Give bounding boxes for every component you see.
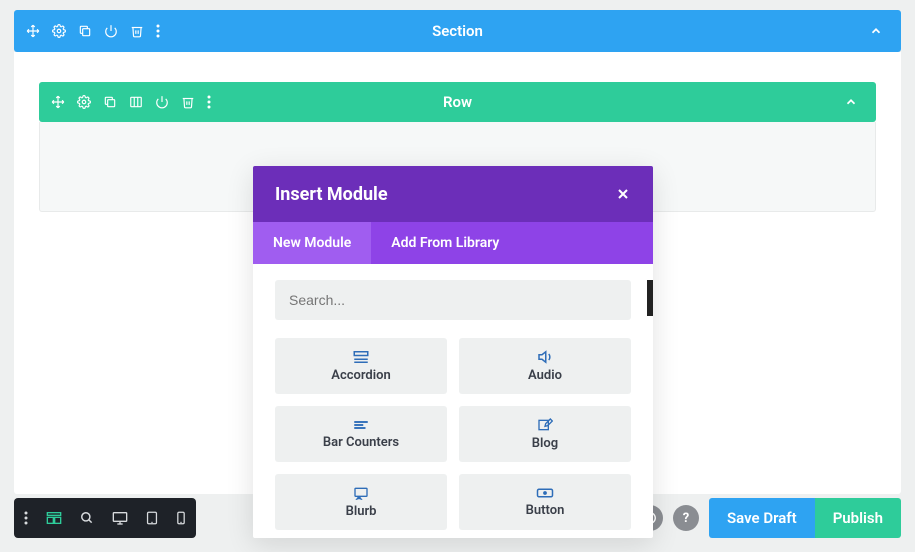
gear-icon[interactable]: [77, 95, 91, 109]
close-icon[interactable]: [615, 186, 631, 202]
trash-icon[interactable]: [181, 95, 195, 109]
bottom-right-actions: ? Save Draft Publish: [637, 498, 901, 538]
duplicate-icon[interactable]: [78, 24, 92, 38]
move-icon[interactable]: [26, 24, 40, 38]
gear-icon[interactable]: [52, 24, 66, 38]
module-label: Audio: [528, 368, 562, 383]
blurb-icon: [353, 486, 369, 500]
wireframe-view-icon[interactable]: [46, 511, 62, 525]
save-draft-button[interactable]: Save Draft: [709, 498, 815, 538]
tab-new-module[interactable]: New Module: [253, 222, 371, 264]
power-icon[interactable]: [104, 24, 118, 38]
blog-icon: [537, 418, 553, 432]
bottom-toolbar: [14, 498, 196, 538]
module-label: Button: [526, 503, 565, 518]
scrollbar[interactable]: [647, 280, 653, 316]
bars-icon: [352, 419, 370, 431]
publish-buttons: Save Draft Publish: [709, 498, 901, 538]
chevron-up-icon[interactable]: [869, 24, 883, 38]
module-blurb[interactable]: Blurb: [275, 474, 447, 530]
module-grid: Accordion Audio Bar Counters Blog Blurb …: [275, 338, 631, 530]
publish-button[interactable]: Publish: [815, 498, 901, 538]
module-bar-counters[interactable]: Bar Counters: [275, 406, 447, 462]
section-header: Section: [14, 10, 901, 52]
tab-add-from-library[interactable]: Add From Library: [371, 222, 519, 264]
modal-body: Accordion Audio Bar Counters Blog Blurb …: [253, 264, 653, 538]
tablet-icon[interactable]: [146, 511, 158, 525]
desktop-icon[interactable]: [112, 511, 128, 525]
zoom-icon[interactable]: [80, 511, 94, 525]
help-button[interactable]: ?: [673, 505, 699, 531]
more-icon[interactable]: [24, 511, 28, 525]
more-icon[interactable]: [156, 24, 160, 38]
module-blog[interactable]: Blog: [459, 406, 631, 462]
button-icon: [536, 487, 554, 499]
power-icon[interactable]: [155, 95, 169, 109]
module-button[interactable]: Button: [459, 474, 631, 530]
move-icon[interactable]: [51, 95, 65, 109]
module-label: Accordion: [331, 368, 390, 383]
trash-icon[interactable]: [130, 24, 144, 38]
accordion-icon: [352, 350, 370, 364]
module-audio[interactable]: Audio: [459, 338, 631, 394]
module-label: Bar Counters: [323, 435, 399, 450]
modal-header: Insert Module: [253, 166, 653, 222]
columns-icon[interactable]: [129, 95, 143, 109]
chevron-up-icon[interactable]: [844, 95, 858, 109]
section-toolbar: [26, 24, 160, 38]
search-input[interactable]: [275, 280, 631, 320]
row-toolbar: [51, 95, 211, 109]
more-icon[interactable]: [207, 95, 211, 109]
modal-tabs: New Module Add From Library: [253, 222, 653, 264]
module-accordion[interactable]: Accordion: [275, 338, 447, 394]
audio-icon: [536, 350, 554, 364]
insert-module-modal: Insert Module New Module Add From Librar…: [253, 166, 653, 538]
phone-icon[interactable]: [176, 511, 186, 525]
modal-title: Insert Module: [275, 184, 388, 205]
module-label: Blurb: [346, 504, 377, 519]
row-header: Row: [39, 82, 876, 122]
duplicate-icon[interactable]: [103, 95, 117, 109]
module-label: Blog: [532, 436, 558, 451]
